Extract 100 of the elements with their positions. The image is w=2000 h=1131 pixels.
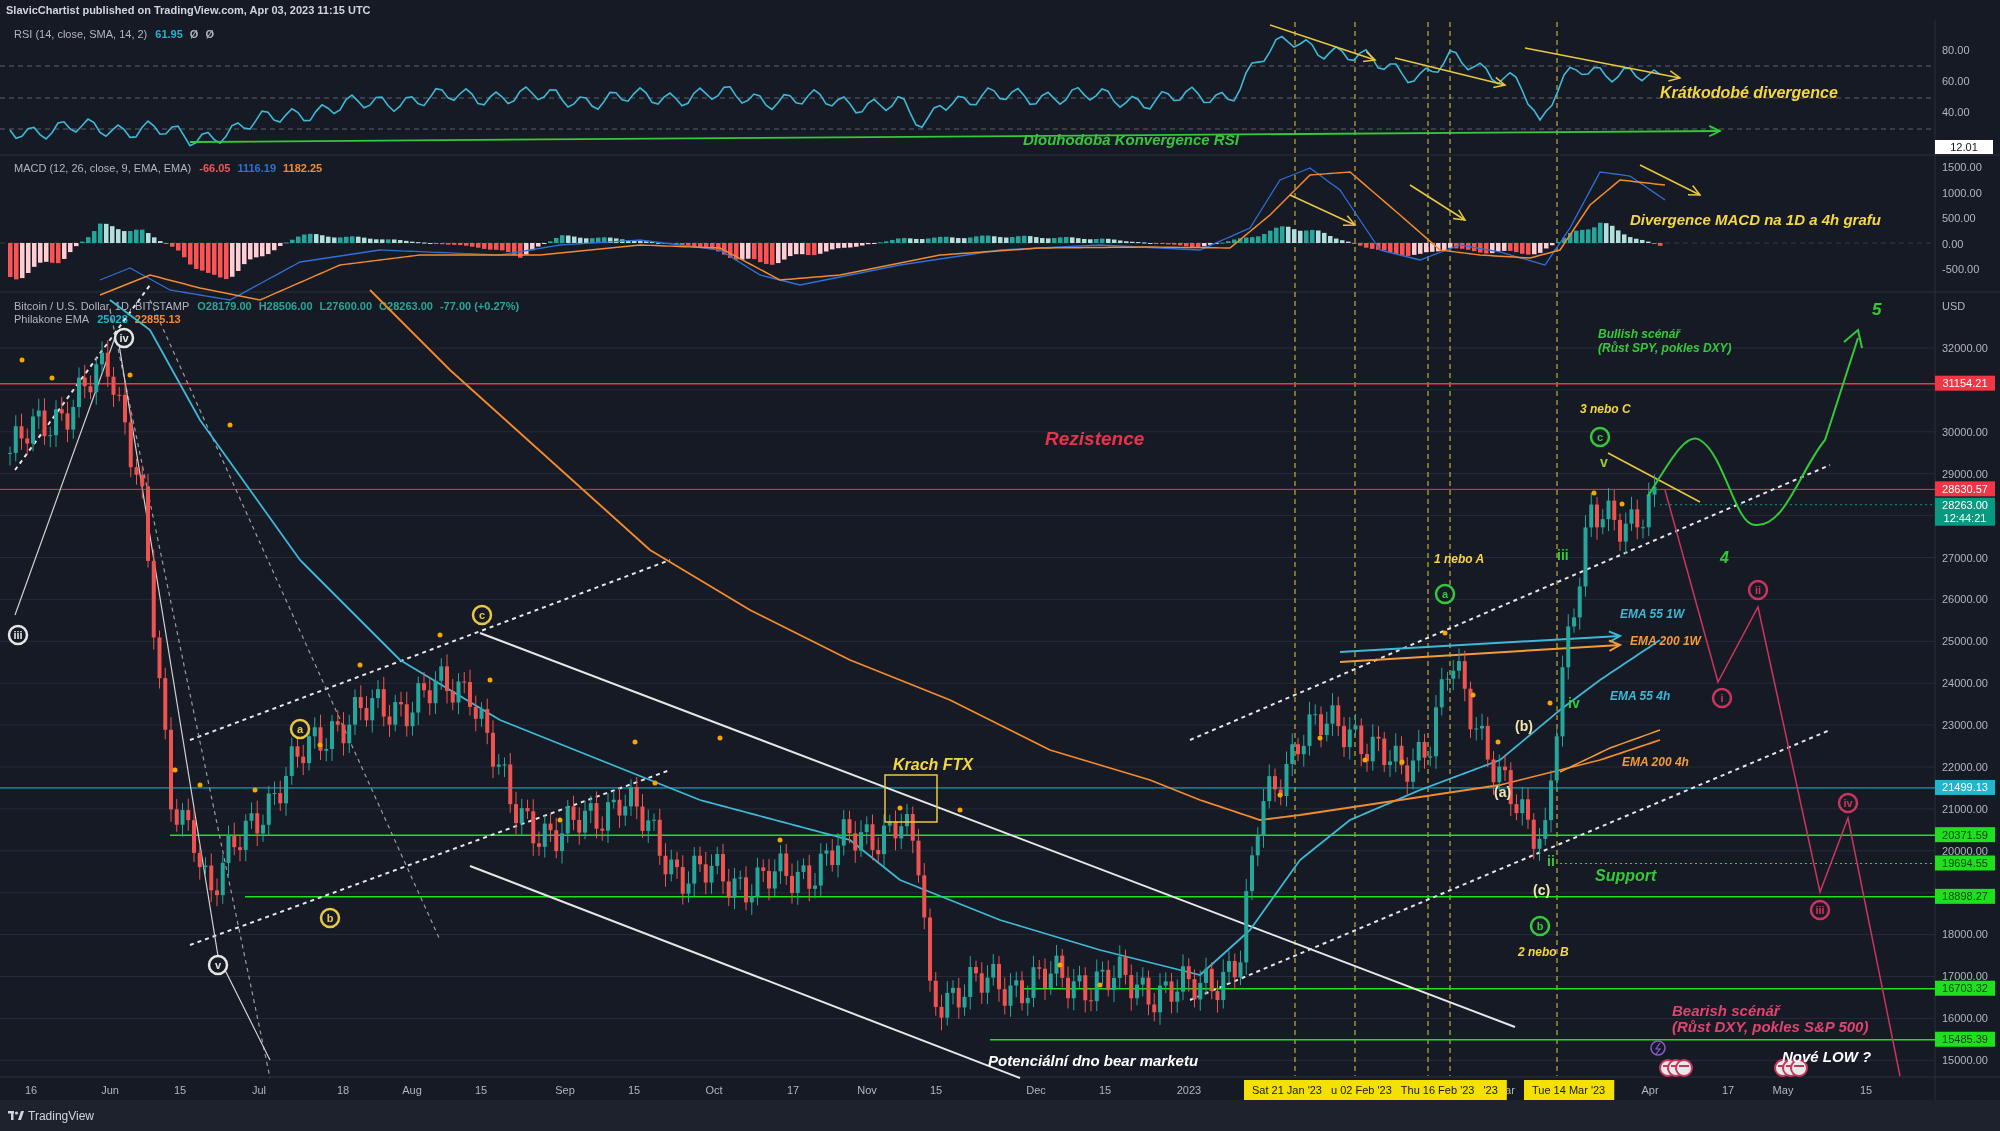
chart-annotation: 1 nebo A — [1434, 552, 1485, 566]
axis-label: 500.00 — [1942, 212, 1976, 224]
wave-label: b — [319, 907, 341, 929]
chart-annotation: Krach FTX — [893, 756, 973, 773]
wave-label: v — [207, 954, 229, 976]
price-tag: 20371.59 — [1935, 827, 1995, 843]
chart-annotation: iv — [1568, 695, 1580, 711]
logo-icon — [8, 1111, 24, 1120]
wave-label: iii — [7, 624, 29, 646]
legend-value: 22855.13 — [134, 313, 181, 325]
chart-annotation: Nové LOW ? — [1782, 1048, 1872, 1065]
value-tag: 12.01 — [1935, 140, 1993, 154]
axis-label: 18000.00 — [1942, 928, 1988, 941]
legend-value: -77.00 (+0.27%) — [439, 300, 520, 312]
wave-label: ii — [1747, 579, 1769, 601]
time-axis-label: Nov — [857, 1084, 877, 1096]
time-axis-label: 17 — [1721, 1084, 1735, 1096]
chart-annotation: 4 — [1720, 549, 1729, 566]
date-label: u 02 Feb '23 — [1331, 1084, 1392, 1096]
axis-label: -500.00 — [1942, 263, 1980, 275]
axis-label: 26000.00 — [1942, 593, 1988, 606]
chart-annotation: Bearish scénář — [1672, 1002, 1780, 1019]
legend-value: L27600.00 — [319, 300, 373, 312]
chart-annotation: (Růst DXY, pokles S&P 500) — [1672, 1018, 1869, 1035]
time-axis-label: 15 — [474, 1084, 488, 1096]
arrow — [1639, 164, 1702, 196]
legend-value: 25028 — [97, 313, 128, 325]
time-axis-label: 16 — [24, 1084, 38, 1096]
highlight-box — [884, 774, 938, 823]
wave-label: b — [1529, 915, 1551, 937]
wave-label: c — [471, 604, 493, 626]
publish-info: SlavicChartist published on TradingView.com, Apr 03, 2023 11:15 UTC — [6, 4, 371, 16]
time-axis-label: Oct — [705, 1084, 723, 1096]
legend-value: -66.05 — [199, 162, 231, 174]
date-label: '23 — [1483, 1084, 1498, 1096]
flag-icons-drawing — [1659, 1059, 1693, 1077]
time-axis-label: Aug — [402, 1084, 422, 1096]
date-label: Sat 21 Jan '23 — [1252, 1084, 1322, 1096]
chart-annotation: EMA 55 4h — [1610, 689, 1671, 703]
axis-label: 1500.00 — [1942, 161, 1982, 173]
wave-label: i — [1711, 687, 1733, 709]
chart-annotation: iii — [1557, 547, 1569, 563]
wave-label: iv — [1837, 792, 1859, 814]
axis-label: 24000.00 — [1942, 677, 1988, 690]
event-marker-icon — [1650, 1040, 1666, 1056]
time-axis-label: Jun — [101, 1084, 119, 1096]
axis-label: 23000.00 — [1942, 719, 1988, 732]
arrow — [1289, 194, 1357, 226]
date-label: Thu 16 Feb '23 — [1400, 1084, 1475, 1096]
chart-annotation: ii — [1547, 853, 1555, 869]
axis-label: 17000.00 — [1942, 970, 1988, 983]
chart-annotation: EMA 200 1W — [1630, 634, 1701, 648]
date-label: Tue 14 Mar '23 — [1532, 1084, 1606, 1096]
indicator-legend: MACD (12, 26, close, 9, EMA, EMA) — [14, 162, 192, 174]
chart-annotation: v — [1600, 454, 1608, 470]
legend-value: H28506.00 — [258, 300, 313, 312]
axis-label: 29000.00 — [1942, 467, 1988, 480]
chart-annotation: Potenciální dno bear marketu — [988, 1052, 1199, 1069]
axis-label: 0.00 — [1942, 237, 1964, 250]
axis-label: 27000.00 — [1942, 551, 1988, 564]
wave-label: a — [1434, 583, 1456, 605]
axis-label: 20000.00 — [1942, 844, 1988, 857]
legend-value: 1182.25 — [283, 162, 323, 174]
axis-label: 30000.00 — [1942, 426, 1988, 438]
axis-label: 15000.00 — [1942, 1054, 1988, 1067]
chart-annotation: Krátkodobé divergence — [1660, 84, 1838, 101]
chart-annotation: (c) — [1533, 882, 1551, 898]
axis-label: 60.00 — [1942, 75, 1970, 87]
time-axis-label: Sep — [555, 1084, 575, 1096]
time-axis-label: May — [1772, 1084, 1794, 1096]
legend-value: 1116.19 — [237, 162, 277, 174]
time-axis-label: 18 — [336, 1084, 350, 1096]
time-axis-label: 15 — [627, 1084, 641, 1096]
indicator-legend: Philakone EMA — [14, 313, 90, 325]
axis-label: 21000.00 — [1942, 802, 1988, 815]
price-tag: 28630.57 — [1935, 481, 1995, 497]
chart-annotation: 3 nebo C — [1580, 402, 1631, 416]
axis-label: 32000.00 — [1942, 342, 1988, 355]
axis-label: 1000.00 — [1942, 186, 1982, 199]
chart-annotation: Dlouhodobá Konvergence RSI — [1023, 131, 1239, 148]
axis-label: 80.00 — [1942, 44, 1970, 56]
wave-label: c — [1589, 426, 1611, 448]
time-axis-label: 2023 — [1176, 1084, 1202, 1096]
axis-label: 22000.00 — [1942, 760, 1988, 773]
wave-label: iii — [1809, 899, 1831, 921]
time-axis-label: 15 — [1859, 1084, 1873, 1096]
time-axis-label: 15 — [1098, 1084, 1112, 1096]
time-axis-label: 15 — [173, 1084, 187, 1096]
currency-label: USD — [1942, 300, 1966, 312]
time-axis-label: 15 — [929, 1084, 943, 1096]
wave-label: iv — [113, 327, 135, 349]
chart-annotation: 2 nebo B — [1518, 945, 1569, 959]
legend-value: Ø — [205, 28, 214, 40]
indicator-legend: RSI (14, close, SMA, 14, 2) — [14, 28, 148, 40]
chart-annotation: Divergence MACD na 1D a 4h grafu — [1630, 211, 1881, 228]
axis-label: 16000.00 — [1942, 1012, 1988, 1025]
chart-annotation: Rezistence — [1045, 428, 1145, 449]
time-axis-label: Jul — [251, 1084, 267, 1096]
brand-name: TradingView — [28, 1107, 95, 1125]
time-axis-label: Dec — [1026, 1084, 1046, 1096]
